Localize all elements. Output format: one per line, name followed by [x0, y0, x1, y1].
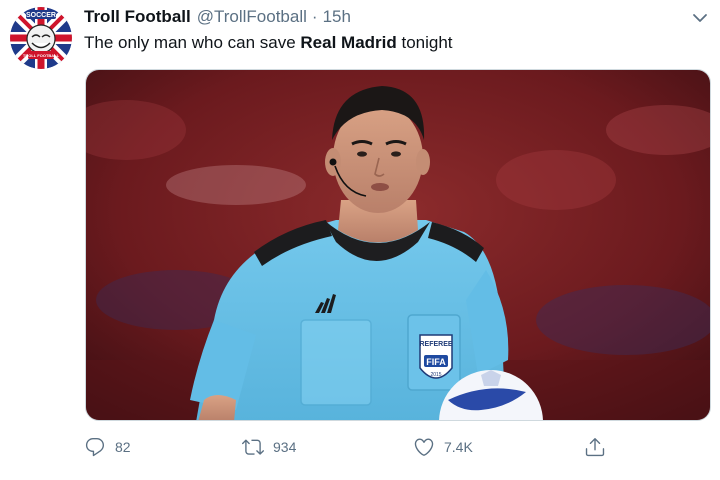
- tweet-text-part: The only man who can save: [84, 33, 301, 52]
- badge-fifa-text: FIFA: [426, 357, 446, 367]
- share-icon: [585, 438, 605, 457]
- tweet-actions-bar: 82 934 7.4K: [84, 432, 624, 462]
- tweet-text: The only man who can save Real Madrid to…: [84, 33, 453, 53]
- tweet-header: Troll Football @TrollFootball · 15h: [84, 7, 351, 29]
- avatar-ring-text: TROLL FOOTBALL: [23, 53, 60, 58]
- header-separator: ·: [311, 7, 318, 26]
- avatar-image: SOCCER TROLL FOOTBALL: [10, 7, 72, 69]
- heart-icon: [414, 438, 434, 456]
- retweet-count: 934: [273, 439, 297, 455]
- like-count: 7.4K: [444, 439, 473, 455]
- more-options-chevron-down-icon[interactable]: [690, 8, 710, 28]
- badge-referee-text: REFEREE: [419, 341, 452, 348]
- like-button[interactable]: 7.4K: [413, 432, 473, 462]
- reply-button[interactable]: 82: [84, 432, 131, 462]
- tweet-media-photo[interactable]: REFEREE FIFA 2015: [85, 69, 711, 421]
- retweet-button[interactable]: 934: [242, 432, 296, 462]
- author-avatar[interactable]: SOCCER TROLL FOOTBALL: [10, 7, 72, 69]
- badge-year-text: 2015: [430, 372, 441, 378]
- reply-count: 82: [115, 439, 131, 455]
- avatar-badge-text: SOCCER: [26, 12, 56, 19]
- share-button[interactable]: [584, 432, 606, 462]
- retweet-icon: [242, 439, 264, 455]
- author-handle[interactable]: @TrollFootball: [197, 7, 307, 27]
- tweet-card[interactable]: SOCCER TROLL FOOTBALL Troll Football @Tr…: [0, 0, 720, 480]
- referee-photo: REFEREE FIFA 2015: [86, 70, 710, 420]
- tweet-timestamp[interactable]: 15h: [323, 7, 351, 27]
- tweet-text-part: tonight: [396, 33, 453, 52]
- tweet-text-bold: Real Madrid: [300, 33, 397, 52]
- author-name[interactable]: Troll Football: [84, 7, 191, 27]
- reply-icon: [85, 438, 105, 457]
